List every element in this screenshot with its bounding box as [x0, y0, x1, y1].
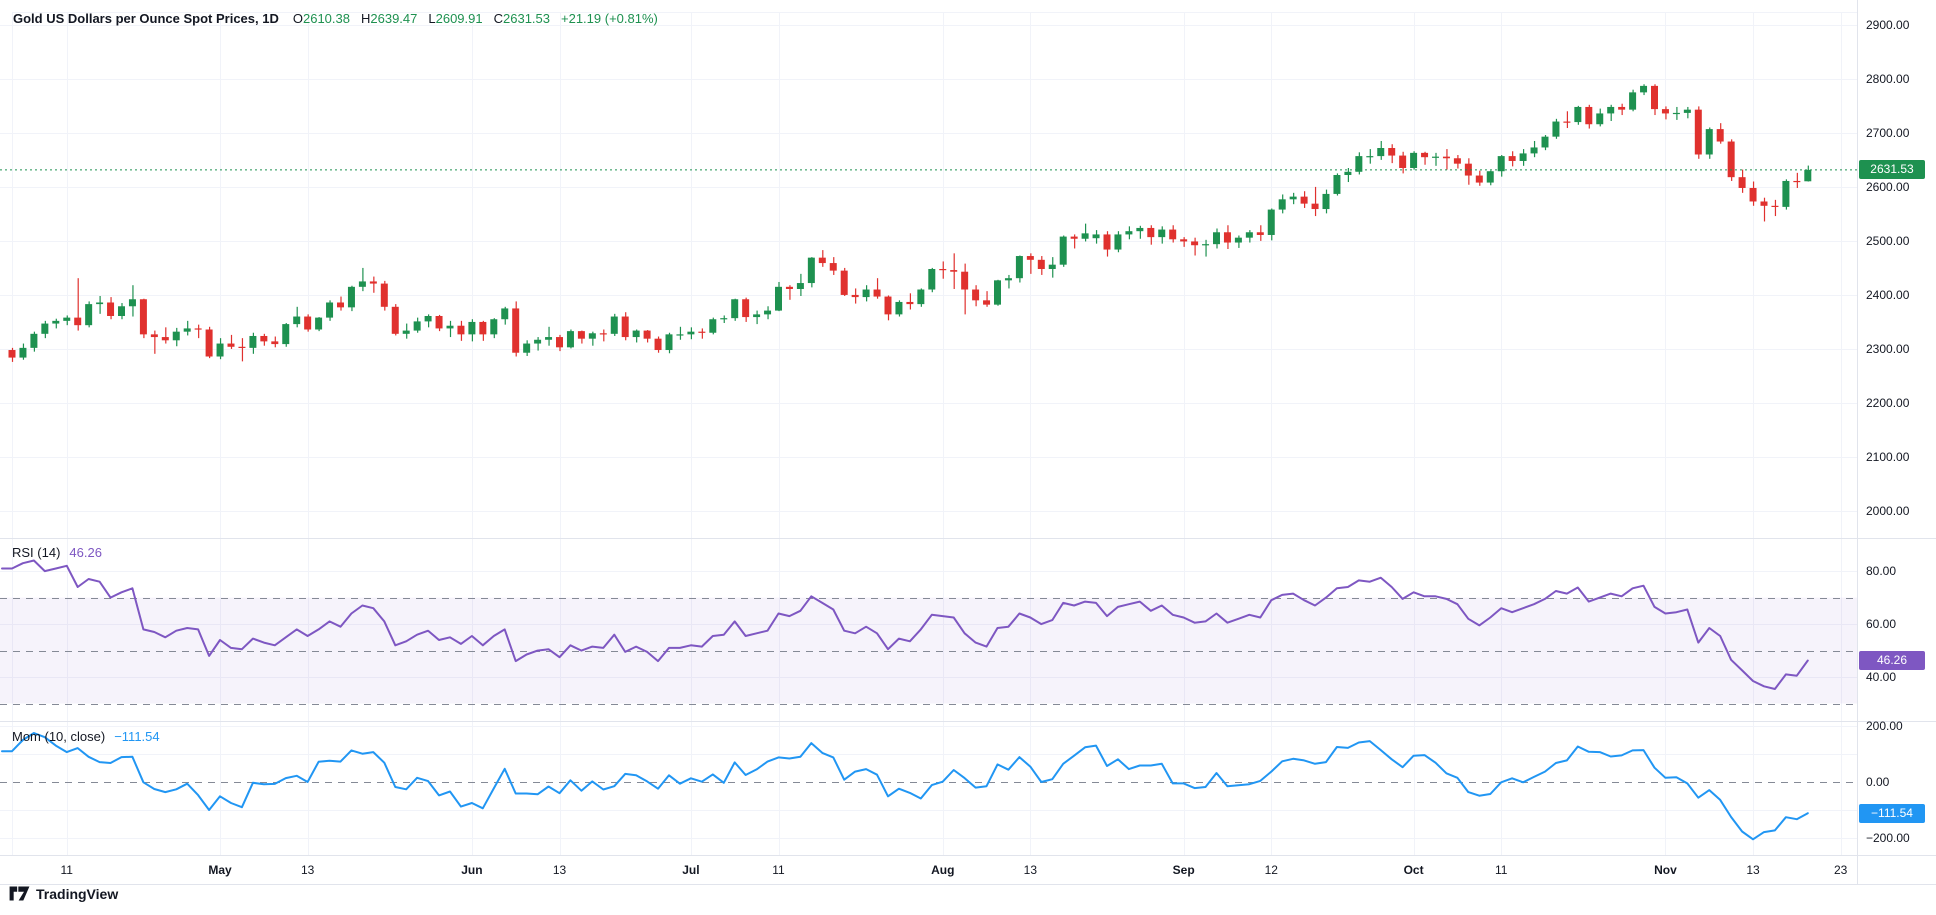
- svg-text:2700.00: 2700.00: [1866, 126, 1910, 140]
- mom-line: [2, 733, 1808, 839]
- vertical-gridlines: [13, 12, 1842, 855]
- last-price-badge: 2631.53: [1859, 160, 1925, 179]
- svg-text:13: 13: [553, 863, 567, 877]
- mom-value-badge: −111.54: [1859, 804, 1925, 823]
- candles: [9, 84, 1812, 362]
- tradingview-logo[interactable]: TradingView: [9, 885, 118, 902]
- svg-text:0.00: 0.00: [1866, 775, 1890, 789]
- rsi-indicator-value: 46.26: [69, 545, 102, 560]
- svg-text:200.00: 200.00: [1866, 719, 1903, 733]
- svg-text:Jul: Jul: [682, 863, 699, 877]
- svg-text:2800.00: 2800.00: [1866, 72, 1910, 86]
- svg-text:80.00: 80.00: [1866, 564, 1896, 578]
- svg-text:Nov: Nov: [1654, 863, 1677, 877]
- svg-text:60.00: 60.00: [1866, 617, 1896, 631]
- rsi-pane-grid: [0, 572, 1857, 705]
- svg-text:13: 13: [301, 863, 315, 877]
- svg-text:Aug: Aug: [931, 863, 954, 877]
- rsi-legend: RSI (14) 46.26: [12, 545, 102, 560]
- svg-text:Oct: Oct: [1404, 863, 1424, 877]
- svg-text:2600.00: 2600.00: [1866, 180, 1910, 194]
- svg-text:−200.00: −200.00: [1866, 831, 1910, 845]
- open-label: O: [293, 11, 303, 26]
- svg-text:Jun: Jun: [461, 863, 482, 877]
- svg-text:40.00: 40.00: [1866, 670, 1896, 684]
- close-label: C: [494, 11, 503, 26]
- svg-text:11: 11: [61, 863, 74, 877]
- svg-text:2400.00: 2400.00: [1866, 288, 1910, 302]
- time-axis-labels: 11 May 13 Jun 13 Jul 11 Aug 13 Sep 12 Oct 11 Nov 13 23: [61, 863, 1848, 877]
- svg-text:2900.00: 2900.00: [1866, 18, 1910, 32]
- svg-text:23: 23: [1834, 863, 1848, 877]
- svg-text:2200.00: 2200.00: [1866, 396, 1910, 410]
- price-axis-labels: 2900.00 2800.00 2700.00 2600.00 2500.00 2400.…: [1866, 18, 1910, 845]
- low-label: L: [428, 11, 435, 26]
- symbol-title: Gold US Dollars per Ounce Spot Prices, 1…: [13, 11, 279, 26]
- high-label: H: [361, 11, 370, 26]
- mom-legend: Mom (10, close) −111.54: [12, 729, 160, 744]
- rsi-value-badge: 46.26: [1859, 651, 1925, 670]
- mom-indicator-value: −111.54: [114, 729, 159, 744]
- price-chart-svg: 2900.00 2800.00 2700.00 2600.00 2500.00 2400.…: [0, 0, 1936, 910]
- chart-canvas[interactable]: 2900.00 2800.00 2700.00 2600.00 2500.00 2400.…: [0, 0, 1936, 910]
- low-value: 2609.91: [436, 11, 483, 26]
- svg-text:11: 11: [772, 863, 785, 877]
- svg-text:2300.00: 2300.00: [1866, 342, 1910, 356]
- high-value: 2639.47: [370, 11, 417, 26]
- svg-text:11: 11: [1495, 863, 1508, 877]
- price-gridlines: [0, 13, 1857, 512]
- svg-text:2100.00: 2100.00: [1866, 450, 1910, 464]
- svg-text:13: 13: [1024, 863, 1038, 877]
- tradingview-logo-text: TradingView: [36, 886, 118, 902]
- close-value: 2631.53: [503, 11, 550, 26]
- tradingview-mark-icon: [9, 885, 30, 902]
- rsi-indicator-name: RSI (14): [12, 545, 60, 560]
- svg-text:Sep: Sep: [1173, 863, 1195, 877]
- svg-text:May: May: [208, 863, 232, 877]
- svg-text:2500.00: 2500.00: [1866, 234, 1910, 248]
- change-value: +21.19 (+0.81%): [561, 11, 658, 26]
- svg-text:2000.00: 2000.00: [1866, 504, 1910, 518]
- mom-indicator-name: Mom (10, close): [12, 729, 105, 744]
- open-value: 2610.38: [303, 11, 350, 26]
- svg-text:13: 13: [1746, 863, 1760, 877]
- svg-text:12: 12: [1265, 863, 1279, 877]
- symbol-legend: Gold US Dollars per Ounce Spot Prices, 1…: [13, 11, 658, 26]
